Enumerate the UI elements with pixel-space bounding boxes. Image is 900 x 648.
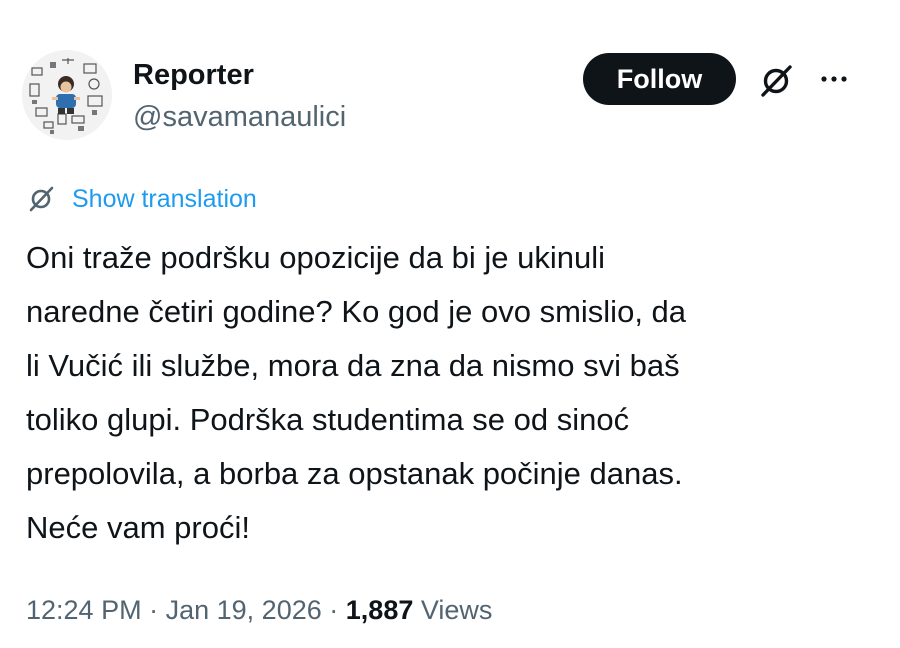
avatar[interactable] [22, 50, 112, 140]
tweet-text-line: li Vučić ili službe, mora da zna da nism… [26, 348, 680, 383]
meta-separator: · [329, 595, 339, 625]
show-translation-label: Show translation [72, 184, 257, 213]
meta-separator: · [149, 595, 159, 625]
tweet-text-line: Oni traže podršku opozicije da bi je uki… [26, 240, 605, 275]
tweet-date[interactable]: Jan 19, 2026 [166, 595, 322, 625]
tweet-text-line: Neće vam proći! [26, 510, 250, 545]
tweet-card: Reporter @savamanaulici Follow Show tran… [0, 0, 900, 648]
grok-slash-circle-icon[interactable] [757, 62, 795, 100]
views-count[interactable]: 1,887 [346, 595, 414, 625]
show-translation-link[interactable]: Show translation [26, 182, 257, 216]
tweet-text-line: toliko glupi. Podrška studentima se od s… [26, 402, 630, 437]
tweet-text-line: naredne četiri godine? Ko god je ovo smi… [26, 294, 687, 329]
tweet-text: Oni traže podršku opozicije da bi je uki… [26, 231, 886, 555]
more-dots-icon[interactable] [815, 64, 853, 94]
grok-slash-circle-icon [26, 184, 56, 214]
author-display-name[interactable]: Reporter [133, 58, 254, 92]
author-handle[interactable]: @savamanaulici [133, 100, 346, 134]
avatar-illustration [22, 50, 112, 140]
tweet-time[interactable]: 12:24 PM [26, 595, 142, 625]
tweet-meta: 12:24 PM · Jan 19, 2026 · 1,887 Views [26, 592, 492, 628]
follow-button[interactable]: Follow [583, 53, 736, 105]
views-label[interactable]: Views [421, 595, 493, 625]
tweet-text-line: prepolovila, a borba za opstanak počinje… [26, 456, 683, 491]
